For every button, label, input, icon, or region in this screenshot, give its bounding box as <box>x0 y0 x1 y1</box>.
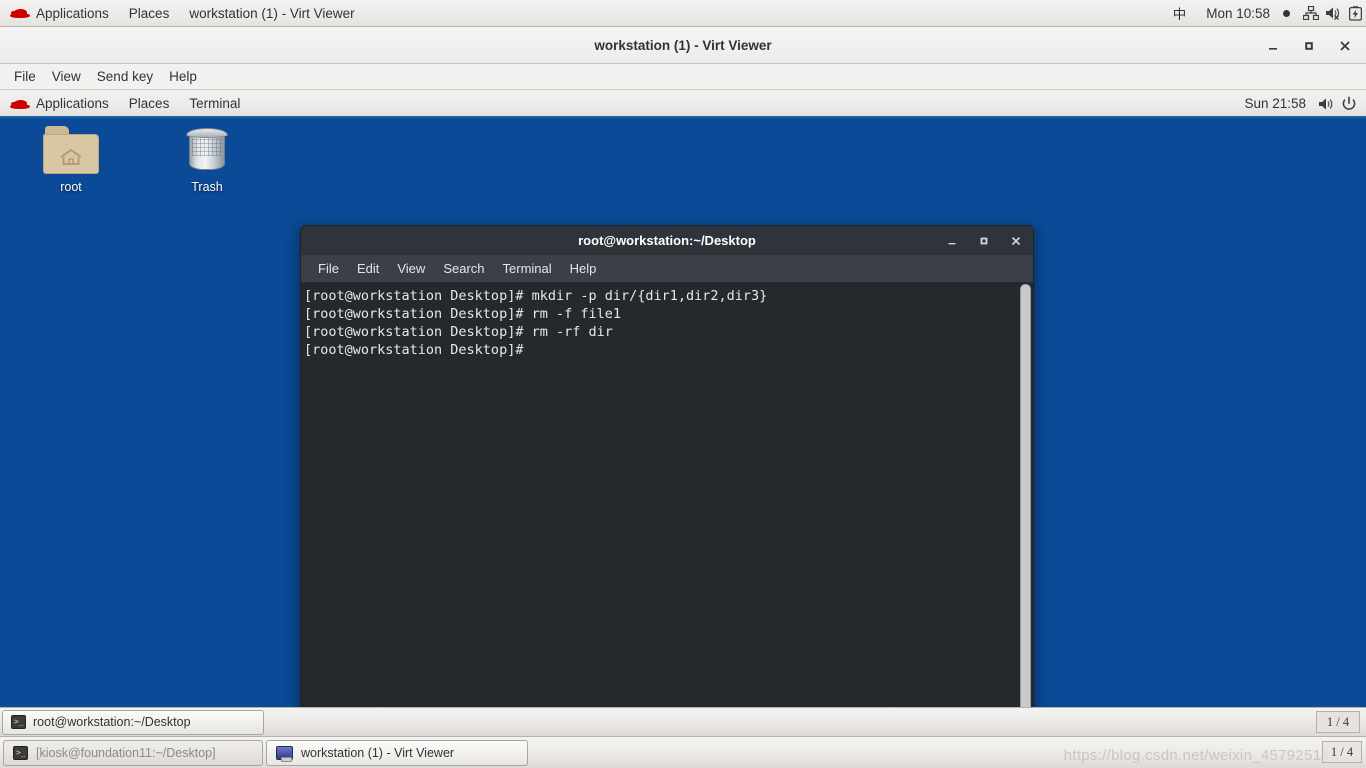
terminal-titlebar[interactable]: root@workstation:~/Desktop <box>300 225 1034 255</box>
guest-task-terminal[interactable]: >_ root@workstation:~/Desktop <box>2 709 264 735</box>
host-task-kiosk-terminal[interactable]: >_ [kiosk@foundation11:~/Desktop] <box>3 739 263 766</box>
battery-charging-icon[interactable] <box>1344 0 1366 27</box>
notification-dot-icon <box>1283 9 1290 17</box>
guest-applications-menu[interactable]: Applications <box>0 91 119 117</box>
terminal-icon: >_ <box>11 715 26 729</box>
virt-minimize-button[interactable] <box>1260 33 1286 59</box>
terminal-maximize-button[interactable] <box>973 230 995 252</box>
guest-top-panel: Applications Places Terminal Sun 21:58 <box>0 91 1366 118</box>
terminal-menu-terminal[interactable]: Terminal <box>494 255 561 282</box>
virt-viewer-menubar: File View Send key Help <box>0 64 1366 90</box>
terminal-menu-file[interactable]: File <box>309 255 348 282</box>
volume-icon[interactable] <box>1316 91 1338 117</box>
guest-clock[interactable]: Sun 21:58 <box>1234 91 1316 117</box>
power-icon[interactable] <box>1338 91 1360 117</box>
host-places-menu[interactable]: Places <box>119 0 180 27</box>
host-workspace-indicator[interactable]: 1 / 4 <box>1322 741 1362 763</box>
host-task-virt-viewer-label: workstation (1) - Virt Viewer <box>301 745 455 760</box>
host-task-kiosk-terminal-label: [kiosk@foundation11:~/Desktop] <box>36 745 216 760</box>
terminal-title: root@workstation:~/Desktop <box>578 233 756 248</box>
guest-terminal-menu[interactable]: Terminal <box>179 91 250 117</box>
terminal-output: [root@workstation Desktop]# mkdir -p dir… <box>304 288 768 358</box>
terminal-icon: >_ <box>13 745 28 760</box>
virt-menu-view[interactable]: View <box>44 64 89 90</box>
guest-task-terminal-label: root@workstation:~/Desktop <box>33 715 191 729</box>
watermark-text: https://blog.csdn.net/weixin_45792514 <box>1063 747 1330 764</box>
guest-screen: Applications Places Terminal Sun 21:58 r… <box>0 91 1366 736</box>
terminal-close-button[interactable] <box>1005 230 1027 252</box>
terminal-minimize-button[interactable] <box>941 230 963 252</box>
terminal-window-controls <box>941 226 1027 256</box>
volume-muted-icon[interactable] <box>1322 0 1344 27</box>
virt-menu-help[interactable]: Help <box>161 64 205 90</box>
virt-viewer-titlebar[interactable]: workstation (1) - Virt Viewer <box>0 27 1366 64</box>
terminal-scrollbar[interactable] <box>1020 284 1031 722</box>
virt-viewer-window-controls <box>1260 27 1358 64</box>
terminal-menu-view[interactable]: View <box>388 255 434 282</box>
host-clock[interactable]: Mon 10:58 <box>1196 0 1300 27</box>
guest-workspace-indicator[interactable]: 1 / 4 <box>1316 711 1360 733</box>
trash-icon <box>186 126 228 174</box>
virt-menu-file[interactable]: File <box>6 64 44 90</box>
host-top-panel: Applications Places workstation (1) - Vi… <box>0 0 1366 27</box>
desktop-icon-trash[interactable]: Trash <box>164 126 250 194</box>
guest-applications-label: Applications <box>36 96 109 111</box>
input-method-indicator[interactable]: 中 <box>1163 0 1197 27</box>
guest-desktop-area[interactable]: root Trash root@workstation:~/Desktop Fi… <box>0 120 1366 726</box>
guest-top-panel-tray: Sun 21:58 <box>1234 91 1366 117</box>
virt-viewer-icon <box>276 745 293 762</box>
home-folder-icon <box>43 126 99 174</box>
virt-close-button[interactable] <box>1332 33 1358 59</box>
desktop-icon-trash-label: Trash <box>191 180 223 194</box>
host-applications-menu[interactable]: Applications <box>0 0 119 27</box>
redhat-logo-icon <box>10 6 30 20</box>
terminal-scrollbar-thumb[interactable] <box>1020 284 1031 720</box>
virt-viewer-title: workstation (1) - Virt Viewer <box>594 37 772 53</box>
terminal-menubar: File Edit View Search Terminal Help <box>300 255 1034 282</box>
terminal-body[interactable]: [root@workstation Desktop]# mkdir -p dir… <box>300 282 1034 726</box>
network-icon[interactable] <box>1300 0 1322 27</box>
gnome-terminal-window: root@workstation:~/Desktop File Edit Vie… <box>300 225 1034 726</box>
redhat-logo-icon <box>10 97 30 111</box>
terminal-menu-edit[interactable]: Edit <box>348 255 388 282</box>
virt-maximize-button[interactable] <box>1296 33 1322 59</box>
terminal-menu-help[interactable]: Help <box>561 255 606 282</box>
desktop-icon-root-label: root <box>60 180 82 194</box>
guest-places-menu[interactable]: Places <box>119 91 180 117</box>
host-task-virt-viewer[interactable]: workstation (1) - Virt Viewer <box>266 739 528 766</box>
host-clock-label: Mon 10:58 <box>1206 5 1270 21</box>
terminal-menu-search[interactable]: Search <box>434 255 493 282</box>
host-top-panel-tray: 中 Mon 10:58 <box>1163 0 1366 27</box>
desktop-icon-root[interactable]: root <box>28 126 114 194</box>
guest-taskbar: >_ root@workstation:~/Desktop 1 / 4 <box>0 707 1366 736</box>
virt-viewer-window: workstation (1) - Virt Viewer File View … <box>0 27 1366 736</box>
virt-menu-send-key[interactable]: Send key <box>89 64 161 90</box>
host-taskbar: >_ [kiosk@foundation11:~/Desktop] workst… <box>0 736 1366 768</box>
host-active-window-label[interactable]: workstation (1) - Virt Viewer <box>179 0 364 27</box>
host-applications-label: Applications <box>36 5 109 21</box>
